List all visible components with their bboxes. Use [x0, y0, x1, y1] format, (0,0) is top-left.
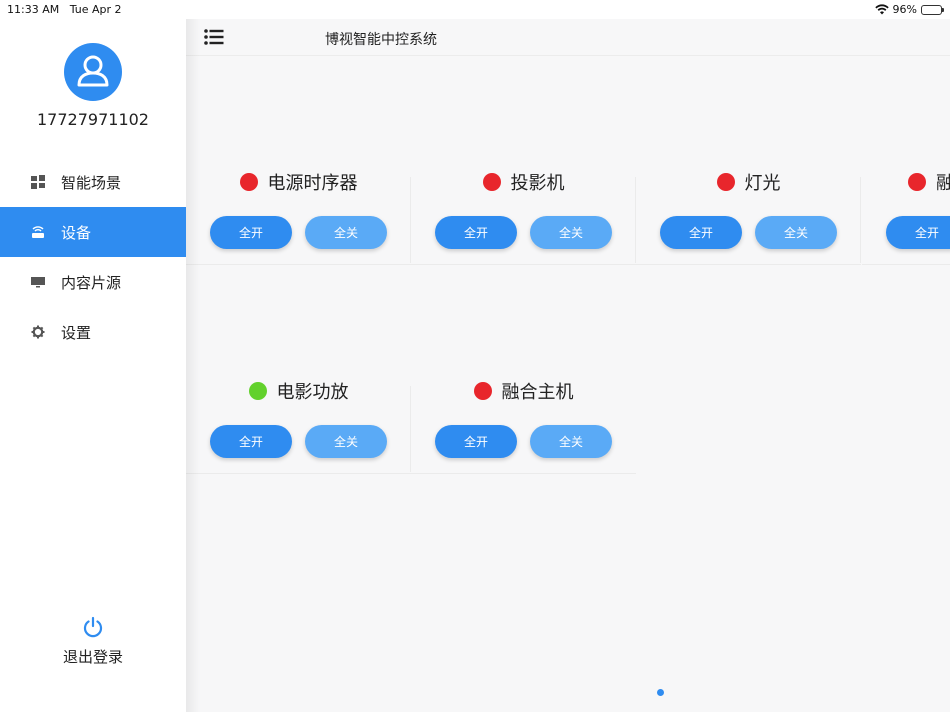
- status-dot: [716, 173, 735, 191]
- device-header: 电源时序器: [186, 169, 411, 195]
- device-header: 融合主机: [411, 378, 636, 404]
- router-icon: [31, 225, 45, 239]
- status-dot: [473, 382, 492, 400]
- main-content: 电源时序器 全开 全关 投影机 全开 全关 灯光 全开 全关 融 全开 电影功放…: [186, 19, 950, 712]
- all-off-button[interactable]: 全关: [530, 216, 612, 249]
- sidebar-item-settings[interactable]: 设置: [0, 307, 186, 357]
- sidebar-item-label: 内容片源: [61, 273, 122, 292]
- device-name: 投影机: [510, 173, 565, 194]
- status-dot: [239, 173, 258, 191]
- status-bar: 11:33 AM Tue Apr 2 96%: [0, 0, 950, 19]
- gear-icon: [31, 325, 45, 339]
- all-off-button[interactable]: 全关: [305, 425, 387, 458]
- device-card: 灯光 全开 全关: [636, 55, 861, 265]
- all-off-button[interactable]: 全关: [755, 216, 837, 249]
- device-header: 融: [862, 169, 950, 195]
- card-divider: [186, 473, 411, 474]
- power-icon: [83, 616, 103, 638]
- all-on-button[interactable]: 全开: [210, 425, 292, 458]
- battery-icon: [921, 4, 944, 15]
- sidebar-item-content-sources[interactable]: 内容片源: [0, 257, 186, 307]
- sidebar-item-label: 设备: [61, 223, 92, 242]
- logout-label: 退出登录: [62, 648, 123, 666]
- device-card: 融 全开: [862, 55, 950, 265]
- sidebar-item-label: 设置: [61, 323, 92, 342]
- all-on-button[interactable]: 全开: [435, 425, 517, 458]
- all-on-button[interactable]: 全开: [886, 216, 950, 249]
- user-phone: 17727971102: [37, 110, 149, 129]
- user-icon: [77, 55, 109, 87]
- device-header: 灯光: [636, 169, 861, 195]
- sidebar-item-scenes[interactable]: 智能场景: [0, 157, 186, 207]
- page-indicator-dot[interactable]: [657, 689, 664, 696]
- monitor-icon: [31, 275, 45, 289]
- status-dot: [482, 173, 501, 191]
- device-header: 投影机: [411, 169, 636, 195]
- status-time: 11:33 AM Tue Apr 2: [7, 3, 122, 16]
- logout-button[interactable]: 退出登录: [0, 616, 186, 667]
- device-name: 电源时序器: [267, 173, 358, 194]
- device-name: 灯光: [744, 173, 781, 194]
- wifi-icon: [874, 4, 889, 15]
- device-card: 融合主机 全开 全关: [411, 264, 636, 474]
- device-name: 融合主机: [501, 382, 574, 403]
- scene-grid-icon: [31, 175, 45, 189]
- card-divider: [636, 264, 861, 265]
- sidebar: 17727971102 智能场景 设备 内容片源 设置 退出登录: [0, 19, 186, 712]
- device-card: 电影功放 全开 全关: [186, 264, 411, 474]
- all-on-button[interactable]: 全开: [210, 216, 292, 249]
- card-divider: [860, 177, 861, 263]
- page-title: 博视智能中控系统: [325, 32, 437, 48]
- avatar[interactable]: [64, 43, 122, 101]
- device-card: 投影机 全开 全关: [411, 55, 636, 265]
- card-divider: [411, 473, 636, 474]
- all-on-button[interactable]: 全开: [435, 216, 517, 249]
- device-name: 电影功放: [276, 382, 349, 403]
- device-header: 电影功放: [186, 378, 411, 404]
- device-card: 电源时序器 全开 全关: [186, 55, 411, 265]
- sidebar-nav: 智能场景 设备 内容片源 设置: [0, 157, 186, 357]
- all-on-button[interactable]: 全开: [660, 216, 742, 249]
- sidebar-item-label: 智能场景: [61, 173, 122, 192]
- card-divider: [862, 264, 950, 265]
- battery-percent: 96%: [892, 3, 917, 16]
- device-name: 融: [936, 173, 950, 194]
- status-dot: [908, 173, 926, 191]
- all-off-button[interactable]: 全关: [530, 425, 612, 458]
- status-right: 96%: [874, 3, 944, 16]
- sidebar-item-devices[interactable]: 设备: [0, 207, 186, 257]
- status-dot: [248, 382, 267, 400]
- all-off-button[interactable]: 全关: [305, 216, 387, 249]
